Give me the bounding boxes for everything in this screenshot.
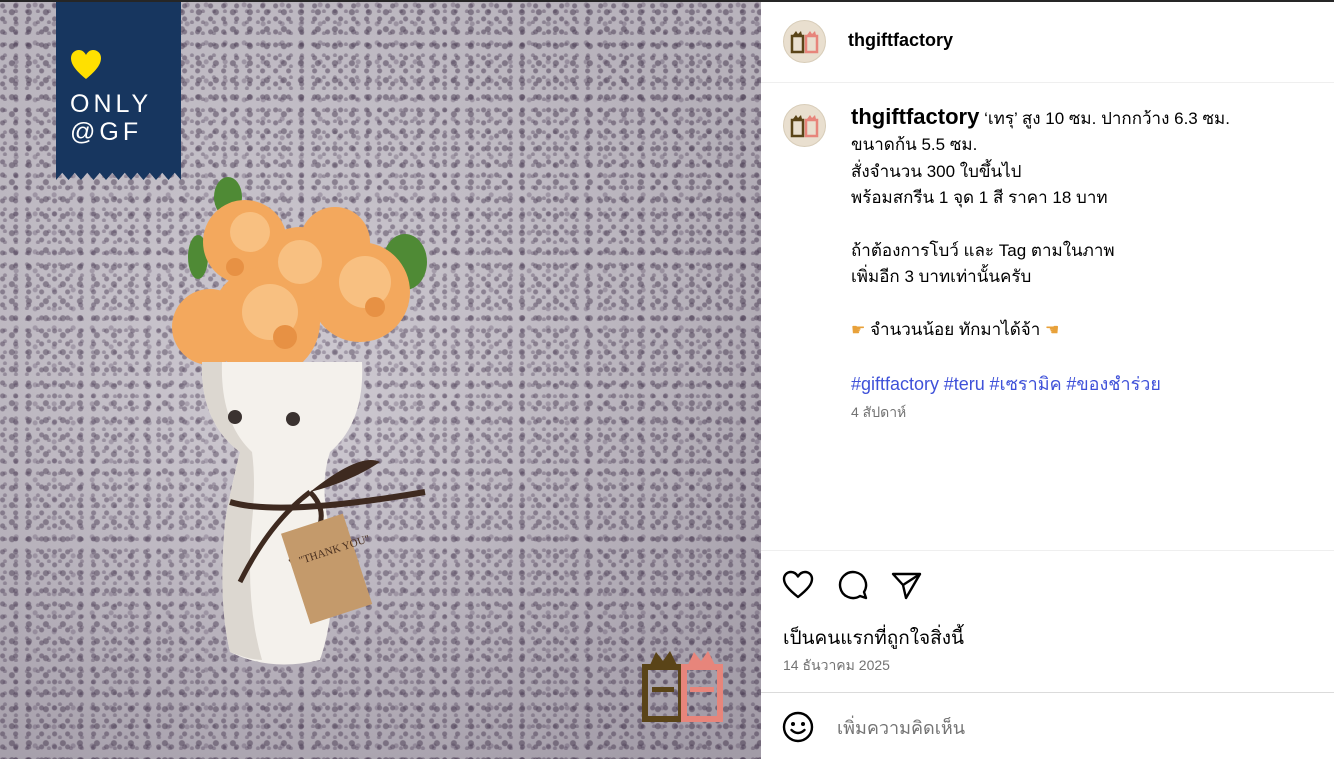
post-caption: thgiftfactory ‘เทรุ’ สูง 10 ซม. ปากกว้าง…	[851, 104, 1321, 422]
only-gf-ribbon: ONLY @GF	[56, 2, 181, 180]
caption-line	[851, 212, 1321, 238]
speech-bubble-icon	[838, 570, 868, 600]
caption-line: ถ้าต้องการโบว์ และ Tag ตามในภาพ	[851, 241, 1115, 261]
caption-line: พร้อมสกรีน 1 จุด 1 สี ราคา 18 บาท	[851, 188, 1108, 208]
actions-divider	[761, 550, 1334, 551]
caption-line: เพิ่มอีก 3 บาทเท่านั้นครับ	[851, 267, 1032, 287]
hashtag-link[interactable]: #giftfactory	[851, 374, 939, 394]
author-avatar[interactable]	[783, 20, 826, 63]
smiley-icon	[782, 711, 814, 743]
emoji-picker-button[interactable]	[781, 710, 817, 746]
hashtag-link[interactable]: #teru	[944, 374, 985, 394]
hashtag-link[interactable]: #เซรามิค	[990, 374, 1062, 394]
caption-text: จำนวนน้อย ทักมาได้จ้า	[870, 320, 1041, 340]
ceramic-vase: "THANK YOU"	[201, 362, 426, 665]
author-username[interactable]: thgiftfactory	[848, 30, 953, 51]
heart-logo-icon	[71, 50, 101, 79]
paper-plane-icon	[891, 572, 922, 600]
post-image[interactable]: ONLY @GF "THANK YOU"	[0, 2, 761, 759]
gift-logo-icon	[790, 114, 818, 137]
hashtag-link[interactable]: #ของชำร่วย	[1066, 374, 1161, 394]
comment-button[interactable]	[835, 568, 871, 604]
ribbon-text-line1: ONLY	[70, 90, 153, 118]
heart-icon	[782, 570, 814, 599]
post-date[interactable]: 14 ธันวาคม 2025	[783, 655, 890, 677]
like-button[interactable]	[781, 568, 817, 604]
pointing-right-hand-icon: ☛	[851, 322, 866, 340]
caption-line: สั่งจำนวน 300 ใบขึ้นไป	[851, 161, 1022, 181]
pointing-left-hand-icon: ☚	[1044, 322, 1060, 340]
caption-line: ขนาดก้น 5.5 ซม.	[851, 135, 978, 155]
caption-line: ☛ จำนวนน้อย ทักมาได้จ้า ☚	[851, 317, 1321, 344]
caption-line	[851, 291, 1321, 317]
caption-line	[851, 345, 1321, 371]
likes-summary[interactable]: เป็นคนแรกที่ถูกใจสิ่งนี้	[783, 623, 964, 653]
caption-text: ‘เทรุ’ สูง 10 ซม. ปากกว้าง 6.3 ซม.	[984, 109, 1230, 128]
hashtag-list: #giftfactory #teru #เซรามิค #ของชำร่วย	[851, 371, 1321, 398]
post-details-panel: thgiftfactory thgiftfactory ‘เทรุ’ สูง 1…	[761, 2, 1334, 759]
caption-timestamp[interactable]: 4 สัปดาห์	[851, 402, 1321, 422]
comment-divider	[761, 692, 1334, 693]
caption-username[interactable]: thgiftfactory	[851, 104, 979, 129]
comment-input[interactable]	[837, 712, 1307, 744]
caption-avatar[interactable]	[783, 104, 826, 147]
ribbon-text-line2: @GF	[70, 118, 143, 146]
caption-line: thgiftfactory ‘เทรุ’ สูง 10 ซม. ปากกว้าง…	[851, 104, 1321, 132]
gift-logo-icon	[790, 30, 818, 53]
share-button[interactable]	[889, 568, 925, 604]
gift-factory-logo	[642, 651, 723, 722]
header-divider	[761, 82, 1334, 83]
